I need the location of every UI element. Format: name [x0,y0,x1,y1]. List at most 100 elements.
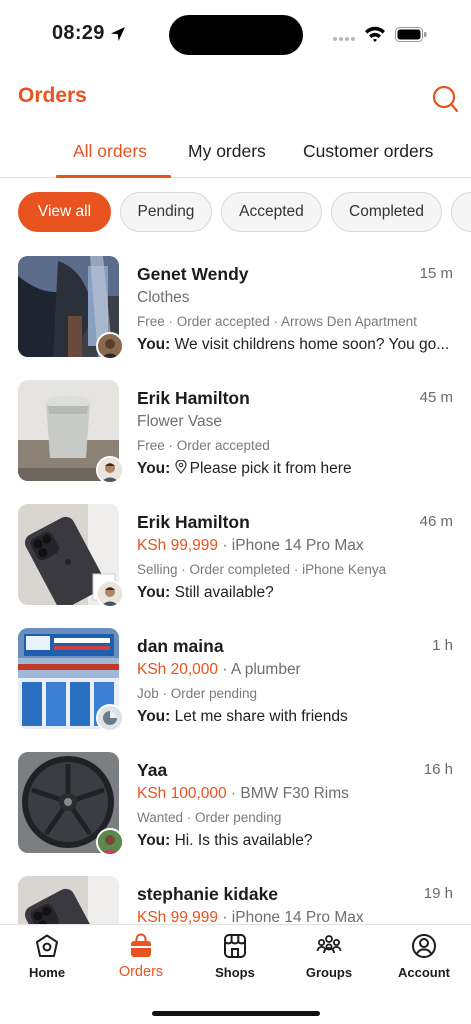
item-line: Flower Vase [137,413,222,431]
customer-name: Genet Wendy [137,264,249,284]
search-icon[interactable] [431,84,459,114]
item-line: KSh 100,000 · BMW F30 Rims [137,785,349,803]
item-price: KSh 99,999 [137,537,219,554]
message-text: Still available? [174,584,274,601]
home-indicator[interactable] [152,1011,320,1016]
groups-icon [316,935,342,954]
order-time: 45 m [419,389,453,406]
order-time: 15 m [419,265,453,282]
nav-groups-label: Groups [305,965,353,980]
order-meta: Free · Order accepted · Arrows Den Apart… [137,314,417,329]
order-row[interactable]: stephanie kidake 19 h KSh 99,999 · iPhon… [0,876,471,924]
shop-icon [224,934,246,958]
message-text: Let me share with friends [174,708,348,725]
item-price: KSh 100,000 [137,785,227,802]
message-sender: You: [137,832,171,849]
nav-orders[interactable]: Orders [101,933,181,989]
tab-my-orders[interactable]: My orders [188,141,266,162]
nav-orders-label: Orders [118,964,164,980]
item-title: · iPhone 14 Pro Max [218,537,364,554]
item-title: Clothes [137,289,190,306]
orders-bag-icon [131,933,151,957]
nav-shops-label: Shops [215,965,255,980]
message-text: We visit childrens home soon? You go... [174,336,450,353]
seller-avatar [96,332,124,360]
filter-chip-more[interactable] [451,192,471,232]
tab-customer-orders[interactable]: Customer orders [303,141,433,162]
order-time: 19 h [423,885,453,902]
customer-name: Erik Hamilton [137,512,250,532]
item-title: · BMW F30 Rims [226,785,349,802]
item-line: Clothes [137,289,190,307]
seller-avatar [96,828,124,856]
order-meta: Job · Order pending [137,686,258,701]
customer-name: dan maina [137,636,224,656]
location-pin-icon [175,460,187,474]
order-row[interactable]: Yaa 16 h KSh 100,000 · BMW F30 Rims Want… [0,752,471,856]
message-text: Hi. Is this available? [174,832,313,849]
last-message: You: Please pick it from here [137,460,455,478]
nav-account[interactable]: Account [384,933,464,989]
dynamic-island [169,15,303,55]
item-price: KSh 99,999 [137,909,219,924]
item-photo-iphone [18,876,119,924]
nav-home-label: Home [28,965,66,980]
order-row[interactable]: Erik Hamilton 46 m KSh 99,999 · iPhone 1… [0,504,471,608]
seller-avatar [96,704,124,732]
order-list: Genet Wendy 15 m Clothes Free · Order ac… [0,256,471,924]
filter-chip-completed[interactable]: Completed [331,192,442,232]
filter-chip-accepted[interactable]: Accepted [221,192,322,232]
status-filter-chips: View all Pending Accepted Completed [0,192,471,234]
tab-all-orders[interactable]: All orders [73,141,147,162]
item-title: · iPhone 14 Pro Max [218,909,364,924]
customer-name: Yaa [137,760,168,780]
filter-chip-view-all[interactable]: View all [18,192,111,232]
message-sender: You: [137,336,171,353]
order-row[interactable]: Erik Hamilton 45 m Flower Vase Free · Or… [0,380,471,484]
message-sender: You: [137,460,171,477]
filter-chip-pending[interactable]: Pending [120,192,212,232]
last-message: You: Hi. Is this available? [137,832,455,850]
item-title: · A plumber [218,661,301,678]
order-row[interactable]: Genet Wendy 15 m Clothes Free · Order ac… [0,256,471,360]
message-sender: You: [137,708,171,725]
last-message: You: We visit childrens home soon? You g… [137,336,455,354]
nav-groups[interactable]: Groups [289,933,369,989]
status-time: 08:29 [52,22,105,44]
status-bar: 08:29 [0,0,471,70]
wifi-icon [365,26,385,42]
item-title: Flower Vase [137,413,222,430]
order-row[interactable]: dan maina 1 h KSh 20,000 · A plumber Job… [0,628,471,732]
nav-shops[interactable]: Shops [195,933,275,989]
item-line: KSh 99,999 · iPhone 14 Pro Max [137,909,364,924]
nav-home[interactable]: Home [7,933,87,989]
page-title: Orders [18,84,87,107]
message-sender: You: [137,584,171,601]
battery-icon [395,27,427,42]
seller-avatar [96,580,124,608]
nav-account-label: Account [398,965,450,980]
bottom-navigation: Home Orders Shops Groups Account [0,924,471,1024]
last-message: You: Let me share with friends [137,708,455,726]
order-time: 1 h [432,637,453,654]
order-meta: Wanted · Order pending [137,810,282,825]
last-message: You: Still available? [137,584,455,602]
cellular-signal-icon [333,37,355,41]
item-line: KSh 20,000 · A plumber [137,661,301,679]
order-meta: Selling · Order completed · iPhone Kenya [137,562,387,577]
order-tabs: All orders My orders Customer orders [0,130,471,178]
home-icon [36,934,58,957]
header: Orders [0,80,471,120]
active-tab-indicator [56,175,171,178]
item-line: KSh 99,999 · iPhone 14 Pro Max [137,537,364,555]
customer-name: Erik Hamilton [137,388,250,408]
seller-avatar [96,456,124,484]
order-time: 46 m [419,513,453,530]
location-arrow-icon [111,27,125,41]
item-price: KSh 20,000 [137,661,219,678]
account-icon [412,934,436,958]
order-time: 16 h [423,761,453,778]
message-text: Please pick it from here [189,460,352,477]
order-meta: Free · Order accepted [137,438,270,453]
customer-name: stephanie kidake [137,884,279,904]
